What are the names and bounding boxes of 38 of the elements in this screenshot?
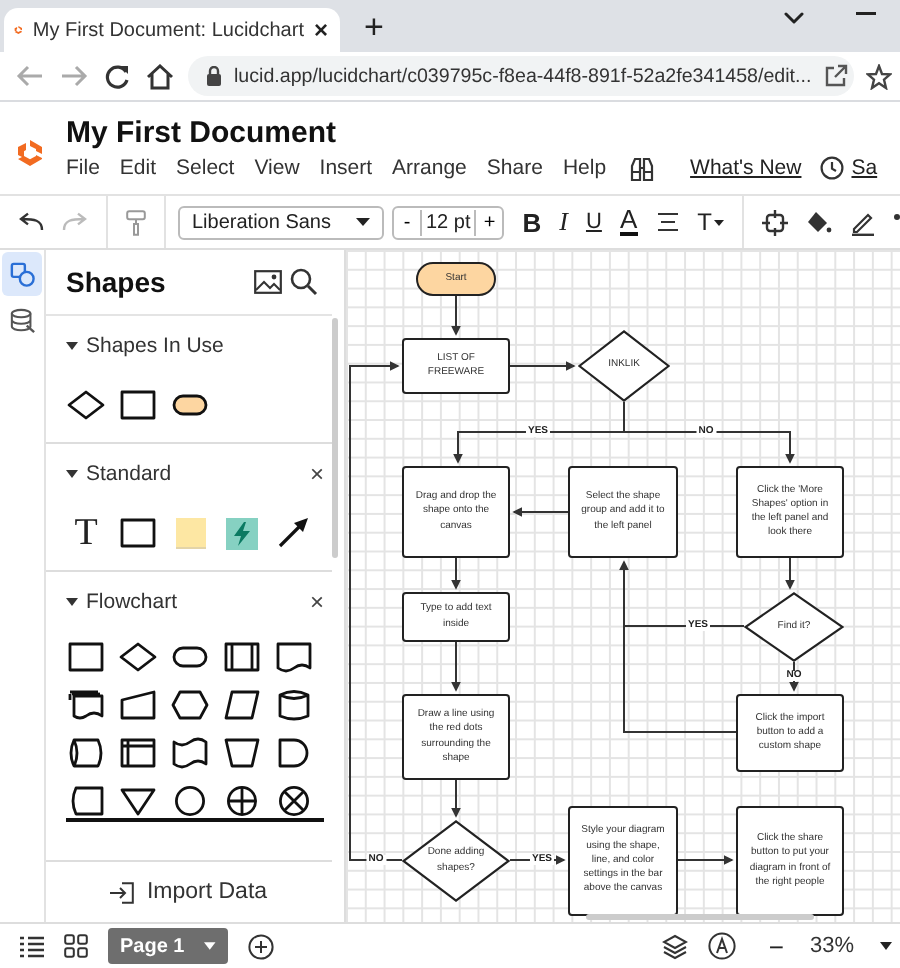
menu-item[interactable]: Edit	[119, 156, 157, 180]
text-options-button[interactable]: T	[697, 208, 712, 236]
menu-item[interactable]: Arrange	[392, 156, 467, 180]
menu-item[interactable]: View	[254, 156, 300, 180]
color-button[interactable]: A	[619, 208, 638, 236]
menu-item[interactable]: Help	[562, 156, 607, 180]
save-link[interactable]: Sa	[851, 156, 878, 180]
menu-item[interactable]: Select	[176, 156, 235, 180]
address-bar[interactable]: lucid.app/lucidchart/c039795c-f8ea-44f8-891f-52a2fe341458/edit...	[188, 56, 854, 96]
close-button[interactable]: ×	[313, 16, 328, 44]
decrease-button[interactable]: -	[394, 207, 420, 237]
menu-item[interactable]: Share	[486, 156, 543, 180]
url-text: lucid.app/lucidchart/c039795c-f8ea-44f8-891f-52a2fe341458/edit...	[234, 65, 812, 87]
document-title[interactable]: My First Document	[66, 115, 878, 149]
close-button[interactable]: ×	[309, 460, 324, 488]
whats-new-link[interactable]: What's New	[690, 156, 802, 180]
panel-title: Shapes	[66, 266, 166, 298]
tab-title: My First Document: Lucidchart	[32, 19, 304, 41]
section-title[interactable]: Shapes In Use	[86, 334, 224, 358]
menu-item[interactable]: File	[66, 156, 100, 180]
close-button[interactable]: ×	[309, 588, 324, 616]
increase-button[interactable]: +	[476, 207, 503, 237]
underline-button[interactable]: U	[585, 210, 602, 234]
italic-button[interactable]: I	[559, 206, 568, 238]
font-size-field[interactable]: 12 pt	[420, 209, 477, 235]
section-title[interactable]: Flowchart	[86, 590, 178, 614]
import-data-button[interactable]: Import Data	[102, 876, 276, 908]
zoom-out-button[interactable]: −	[768, 931, 784, 961]
font-dropdown[interactable]: Liberation Sans	[178, 205, 384, 239]
bold-button[interactable]: B	[522, 207, 542, 237]
browser-tab[interactable]: My First Document: Lucidchart ×	[4, 8, 340, 52]
font-name: Liberation Sans	[192, 211, 333, 233]
menu-item[interactable]: Insert	[319, 156, 373, 180]
zoom-level[interactable]: 33%	[809, 934, 854, 958]
section-title[interactable]: Standard	[86, 462, 172, 486]
text-tool[interactable]: T	[74, 516, 98, 550]
page-tab[interactable]: Page 1	[108, 928, 228, 964]
new-tab-button[interactable]: +	[364, 10, 384, 46]
